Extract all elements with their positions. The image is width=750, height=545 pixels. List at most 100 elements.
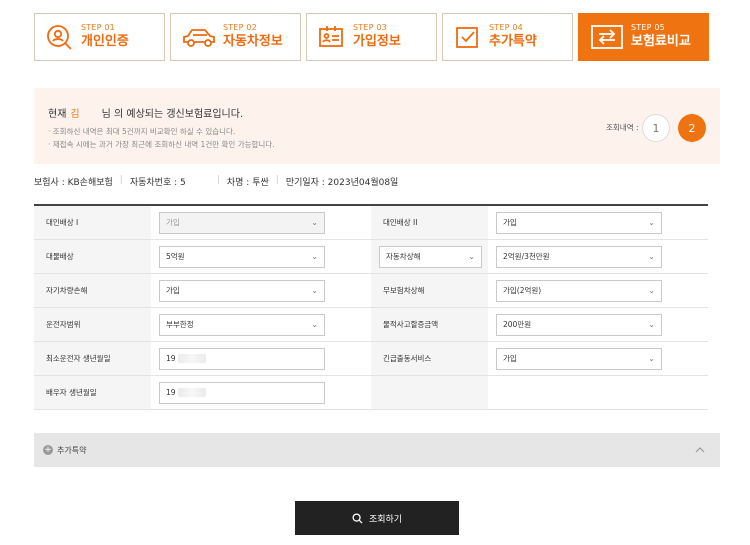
id-card-icon: [317, 23, 345, 51]
step-title: 자동차정보: [223, 34, 283, 49]
policy-summary: 보험사 : KB손해보험 | 자동차번호 : 5 | 차명 : 투싼 | 만기일…: [34, 175, 398, 188]
select-value: 200만원: [503, 320, 532, 329]
chevron-down-icon: ⌄: [311, 286, 318, 295]
search-button[interactable]: 조회하기: [295, 501, 459, 535]
field-label: 물적사고할증금액: [371, 308, 488, 341]
car-icon: [181, 23, 217, 51]
history-label: 조회내역 :: [606, 123, 639, 132]
masked-text: [177, 388, 206, 397]
driver-range-select[interactable]: 부부한정 ⌄: [159, 313, 325, 336]
step-number: STEP 02: [223, 23, 257, 32]
step-title: 추가특약: [489, 34, 537, 49]
search-button-label: 조회하기: [368, 514, 403, 525]
field-label: 대물배상: [34, 240, 151, 273]
field-label: 배우자 생년월일: [34, 376, 151, 409]
form-row: 운전자범위 부부한정 ⌄ 물적사고할증금액 200만원 ⌄: [34, 308, 708, 342]
chevron-down-icon: ⌄: [648, 320, 655, 329]
bodily-injury-2-select[interactable]: 가입 ⌄: [496, 211, 662, 234]
field-label: 긴급출동서비스: [371, 342, 488, 375]
emergency-service-select[interactable]: 가입 ⌄: [496, 347, 662, 370]
empty-label: [371, 376, 488, 409]
own-vehicle-damage-select[interactable]: 가입 ⌄: [159, 279, 325, 302]
checkbox-icon: [453, 23, 481, 51]
surcharge-amount-select[interactable]: 200만원 ⌄: [496, 313, 662, 336]
bodily-injury-1-select[interactable]: 가입 ⌄: [159, 211, 325, 234]
step-extra-options[interactable]: STEP 04 추가특약: [442, 13, 573, 61]
chevron-down-icon: ⌄: [311, 252, 318, 261]
chevron-down-icon: ⌄: [648, 354, 655, 363]
step-progress: STEP 01 개인인증 STEP 02 자동차정보 STEP 03 가입정보 STE…: [34, 13, 709, 61]
step-personal-auth[interactable]: STEP 01 개인인증: [34, 13, 165, 61]
divider: |: [216, 175, 220, 185]
step-number: STEP 04: [489, 23, 523, 32]
car-name-text: 차명 : 투싼: [226, 178, 269, 188]
history-item-2[interactable]: 2: [678, 114, 706, 142]
step-title: 가입정보: [353, 34, 401, 49]
chevron-down-icon: ⌄: [468, 252, 475, 261]
chevron-down-icon: ⌄: [648, 252, 655, 261]
min-driver-birthdate-input[interactable]: 19: [159, 347, 325, 370]
user-name: 김: [70, 109, 80, 120]
premium-info-box: 현재 김 님 의 예상되는 갱신보험료입니다. · 조회하신 내역은 최대 5건까지…: [34, 88, 720, 164]
form-row: 최소운전자 생년월일 19 긴급출동서비스 가입 ⌄: [34, 342, 708, 376]
car-number-text: 자동차번호 : 5: [129, 178, 186, 188]
extra-options-toggle[interactable]: + 추가특약: [34, 433, 720, 467]
field-label-cell: 자동차상해 ⌄: [371, 240, 488, 273]
chevron-down-icon: ⌄: [648, 218, 655, 227]
chevron-down-icon: ⌄: [648, 286, 655, 295]
divider: |: [275, 175, 279, 185]
person-search-icon: [45, 23, 73, 51]
info-prefix: 현재: [48, 109, 67, 120]
plus-icon: +: [43, 445, 53, 455]
field-label: 자기차량손해: [34, 274, 151, 307]
select-value: 가입: [503, 218, 517, 227]
form-row: 대인배상 I 가입 ⌄ 대인배상 II 가입 ⌄: [34, 206, 708, 240]
empty-cell: [488, 376, 708, 409]
step-number: STEP 03: [353, 23, 387, 32]
chevron-down-icon: ⌄: [311, 218, 318, 227]
compare-arrows-icon: [589, 23, 625, 51]
form-row: 자기차량손해 가입 ⌄ 무보험차상해 가입(2억원) ⌄: [34, 274, 708, 308]
info-note-2: · 재접속 시에는 과거 가장 최근에 조회하신 내역 1건만 확인 가능합니다…: [48, 140, 275, 149]
select-value: 자동차상해: [386, 252, 421, 261]
chevron-up-icon: [695, 447, 705, 453]
step-title: 보험료비교: [631, 34, 691, 49]
step-premium-compare[interactable]: STEP 05 보험료비교: [578, 13, 709, 61]
property-damage-select[interactable]: 5억원 ⌄: [159, 245, 325, 268]
spouse-birthdate-input[interactable]: 19: [159, 381, 325, 404]
uninsured-vehicle-select[interactable]: 가입(2억원) ⌄: [496, 279, 662, 302]
select-value: 5억원: [166, 252, 185, 261]
step-number: STEP 05: [631, 23, 665, 32]
select-value: 부부한정: [166, 320, 194, 329]
info-note-1: · 조회하신 내역은 최대 5건까지 비교확인 하실 수 있습니다.: [48, 127, 236, 136]
select-value: 가입(2억원): [503, 286, 542, 295]
step-car-info[interactable]: STEP 02 자동차정보: [170, 13, 301, 61]
field-label: 최소운전자 생년월일: [34, 342, 151, 375]
divider: |: [119, 175, 123, 185]
expiry-date-text: 만기일자 : 2023년04월08일: [285, 178, 399, 188]
select-value: 가입: [503, 354, 517, 363]
insurer-text: 보험사 : KB손해보험: [34, 178, 113, 188]
form-row: 대물배상 5억원 ⌄ 자동차상해 ⌄ 2억원/3천만원 ⌄: [34, 240, 708, 274]
field-label: 무보험차상해: [371, 274, 488, 307]
input-value: 19: [166, 354, 176, 363]
chevron-down-icon: ⌄: [311, 320, 318, 329]
personal-injury-type-select[interactable]: 자동차상해 ⌄: [379, 245, 482, 268]
select-value: 가입: [166, 218, 180, 227]
field-label: 대인배상 II: [371, 206, 488, 239]
step-number: STEP 01: [81, 23, 115, 32]
personal-injury-select[interactable]: 2억원/3천만원 ⌄: [496, 245, 662, 268]
field-label: 운전자범위: [34, 308, 151, 341]
step-title: 개인인증: [81, 34, 129, 49]
field-label: 대인배상 I: [34, 206, 151, 239]
info-suffix: 님 의 예상되는 갱신보험료입니다.: [101, 109, 244, 120]
input-value: 19: [166, 388, 176, 397]
premium-info-heading: 현재 김 님 의 예상되는 갱신보험료입니다.: [48, 105, 243, 120]
search-icon: [352, 512, 363, 524]
history-item-1[interactable]: 1: [642, 114, 670, 142]
step-join-info[interactable]: STEP 03 가입정보: [306, 13, 437, 61]
form-row: 배우자 생년월일 19: [34, 376, 708, 410]
masked-text: [177, 354, 206, 363]
select-value: 가입: [166, 286, 180, 295]
coverage-form: 대인배상 I 가입 ⌄ 대인배상 II 가입 ⌄ 대물배상 5억원 ⌄ 자동차상해 ⌄ …: [34, 204, 708, 410]
